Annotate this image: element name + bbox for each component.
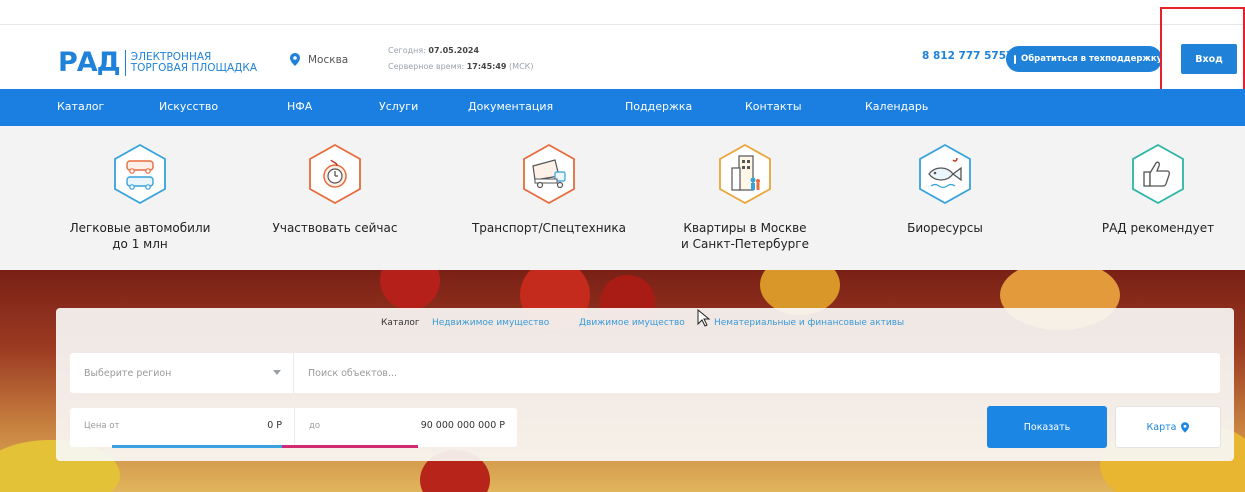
header: РАД ЭЛЕКТРОННАЯ ТОРГОВАЯ ПЛОЩАДКА Москва… [0,24,1245,87]
price-to-label: до [309,421,321,431]
map-button[interactable]: Карта [1115,406,1221,448]
nav-item-support[interactable]: Поддержка [625,100,692,113]
category-cars[interactable]: Легковые автомобили до 1 млн [45,142,235,252]
hero-banner: Каталог Недвижимое имущество Движимое им… [0,270,1245,492]
car-icon [114,143,166,205]
apartment-building-icon [719,143,771,205]
category-line1: Биоресурсы [907,221,983,235]
city-selector[interactable]: Москва [290,53,348,66]
show-button[interactable]: Показать [987,406,1107,448]
category-line1: РАД рекомендует [1101,221,1215,235]
slider-fill-from [112,445,282,448]
category-line1: Легковые автомобили [69,221,211,235]
category-line1: Участвовать сейчас [272,221,398,235]
support-button[interactable]: Обратиться в техподдержку [1006,46,1162,72]
category-label: Биоресурсы [880,220,1010,236]
category-rad-recommends[interactable]: РАД рекомендует [1088,142,1228,236]
mouse-cursor-icon [697,309,711,327]
category-line1: Квартиры в Москве [683,221,807,235]
logo[interactable]: РАД ЭЛЕКТРОННАЯ ТОРГОВАЯ ПЛОЩАДКА [58,49,257,77]
today-label: Сегодня: [388,46,426,55]
fish-icon [919,143,971,205]
phone-link[interactable]: 8 812 777 5757 [922,50,1013,62]
price-from-label: Цена от [84,421,120,431]
chevron-down-icon [273,370,281,375]
nav-item-nfa[interactable]: НФА [287,100,312,113]
location-pin-icon [290,53,300,66]
location-pin-icon [1181,421,1190,433]
search-input[interactable]: Поиск объектов... [294,353,1220,393]
server-time-row: Серверное время: 17:45:49 (МСК) [388,59,533,75]
category-label: Участвовать сейчас [250,220,420,236]
logo-line2: ТОРГОВАЯ ПЛОЩАДКА [130,62,257,74]
region-placeholder: Выберите регион [84,367,172,379]
category-participate-now[interactable]: Участвовать сейчас [250,142,420,236]
nav-item-contacts[interactable]: Контакты [745,100,802,113]
dump-truck-icon [523,143,575,205]
envelope-icon [1014,54,1016,64]
thumbs-up-icon [1132,143,1184,205]
main-nav: Каталог Искусство НФА Услуги Документаци… [0,89,1245,126]
price-from-field[interactable]: Цена от 0 Р [70,408,294,447]
price-to-value: 90 000 000 000 Р [420,420,505,431]
category-bioresources[interactable]: Биоресурсы [880,142,1010,236]
support-button-label: Обратиться в техподдержку [1021,54,1163,64]
category-label: Легковые автомобили до 1 млн [45,220,235,252]
category-line2: и Санкт-Петербурге [681,237,809,251]
price-range-slider[interactable] [112,445,418,448]
logo-text: ЭЛЕКТРОННАЯ ТОРГОВАЯ ПЛОЩАДКА [131,52,257,74]
timer-flame-icon [309,143,361,205]
category-apartments[interactable]: Квартиры в Москве и Санкт-Петербурге [660,142,830,252]
today-row: Сегодня: 07.05.2024 [388,43,533,59]
category-label: Квартиры в Москве и Санкт-Петербурге [660,220,830,252]
search-placeholder: Поиск объектов... [308,367,398,379]
server-time-label: Серверное время: [388,62,465,71]
city-name: Москва [308,53,349,66]
nav-item-services[interactable]: Услуги [379,100,418,113]
price-from-value: 0 Р [267,420,282,431]
nav-item-art[interactable]: Искусство [159,100,218,113]
today-value: 07.05.2024 [428,46,480,55]
category-label: РАД рекомендует [1088,220,1228,236]
region-select[interactable]: Выберите регион [70,353,294,393]
category-line1: Транспорт/Спецтехника [471,221,627,235]
tab-movable-property[interactable]: Движимое имущество [579,318,685,328]
nav-item-catalog[interactable]: Каталог [57,100,104,113]
tab-catalog[interactable]: Каталог [381,318,420,328]
tab-intangible-assets[interactable]: Нематериальные и финансовые активы [714,318,904,328]
server-time-value: 17:45:49 [466,62,507,71]
category-line2: до 1 млн [112,237,168,251]
nav-item-calendar[interactable]: Календарь [865,100,928,113]
logo-divider [124,50,126,76]
category-transport[interactable]: Транспорт/Спецтехника [459,142,639,236]
category-label: Транспорт/Спецтехника [459,220,639,236]
date-time-info: Сегодня: 07.05.2024 Серверное время: 17:… [388,43,533,75]
tab-real-estate[interactable]: Недвижимое имущество [432,318,549,328]
nav-item-documentation[interactable]: Документация [468,100,553,113]
map-button-label: Карта [1146,421,1177,433]
berry-decoration [380,270,440,310]
login-button[interactable]: Вход [1181,44,1237,74]
category-strip: Легковые автомобили до 1 млн Участвовать… [0,126,1245,270]
server-time-zone: (МСК) [509,62,534,71]
logo-mark: РАД [58,47,121,78]
price-to-field[interactable]: до 90 000 000 000 Р [294,408,517,447]
page: РАД ЭЛЕКТРОННАЯ ТОРГОВАЯ ПЛОЩАДКА Москва… [0,0,1245,492]
slider-fill-to [282,445,418,448]
search-panel: Каталог Недвижимое имущество Движимое им… [56,308,1234,461]
